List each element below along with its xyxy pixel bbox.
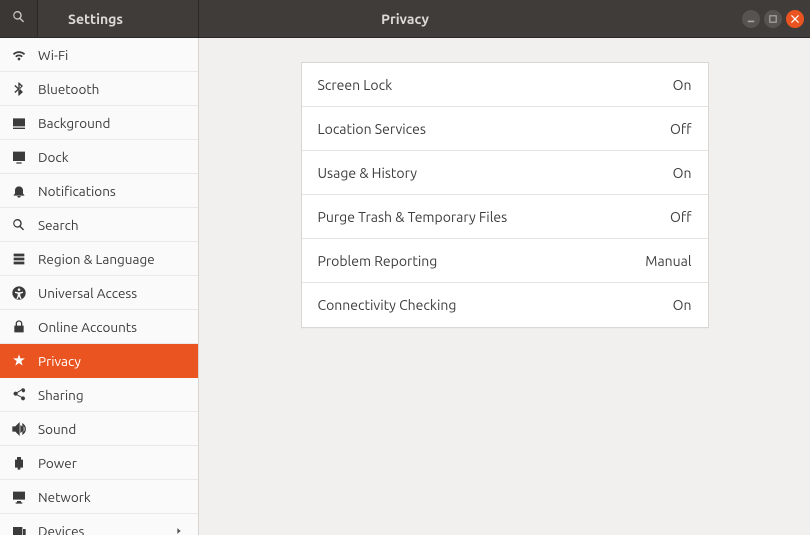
sidebar-item-label: Universal Access xyxy=(38,285,184,301)
sidebar-item-label: Sound xyxy=(38,421,184,437)
sidebar-item-label: Sharing xyxy=(38,387,184,403)
row-value: Manual xyxy=(645,253,691,269)
sidebar-item-label: Wi-Fi xyxy=(38,47,184,63)
sidebar-item-label: Network xyxy=(38,489,184,505)
panel-row-connectivity-checking[interactable]: Connectivity Checking On xyxy=(302,283,708,327)
panel-title: Privacy xyxy=(381,11,429,27)
search-icon xyxy=(10,216,28,234)
body: Wi-Fi Bluetooth Background Dock Notifica xyxy=(0,38,810,535)
row-value: On xyxy=(673,297,692,313)
row-value: Off xyxy=(670,209,692,225)
sidebar-item-network[interactable]: Network xyxy=(0,480,198,514)
bell-icon xyxy=(10,182,28,200)
chevron-right-icon xyxy=(174,523,184,535)
row-label: Screen Lock xyxy=(318,77,673,93)
sidebar-item-notifications[interactable]: Notifications xyxy=(0,174,198,208)
window-controls xyxy=(742,10,804,28)
network-icon xyxy=(10,488,28,506)
devices-icon xyxy=(10,522,28,535)
sidebar-item-label: Devices xyxy=(38,523,164,535)
panel-row-problem-reporting[interactable]: Problem Reporting Manual xyxy=(302,239,708,283)
sound-icon xyxy=(10,420,28,438)
content: Screen Lock On Location Services Off Usa… xyxy=(199,38,810,535)
privacy-panel: Screen Lock On Location Services Off Usa… xyxy=(301,62,709,328)
sidebar: Wi-Fi Bluetooth Background Dock Notifica xyxy=(0,38,199,535)
row-value: On xyxy=(673,77,692,93)
row-value: Off xyxy=(670,121,692,137)
titlebar: Settings Privacy xyxy=(0,0,810,38)
sidebar-item-universal-access[interactable]: Universal Access xyxy=(0,276,198,310)
row-label: Usage & History xyxy=(318,165,673,181)
background-icon xyxy=(10,114,28,132)
maximize-button[interactable] xyxy=(764,10,782,28)
sidebar-item-label: Region & Language xyxy=(38,251,184,267)
sidebar-item-label: Bluetooth xyxy=(38,81,184,97)
row-label: Location Services xyxy=(318,121,670,137)
online-accounts-icon xyxy=(10,318,28,336)
privacy-icon xyxy=(10,352,28,370)
sidebar-item-label: Search xyxy=(38,217,184,233)
wifi-icon xyxy=(10,46,28,64)
sidebar-item-label: Online Accounts xyxy=(38,319,184,335)
sidebar-item-privacy[interactable]: Privacy xyxy=(0,344,198,378)
sidebar-item-background[interactable]: Background xyxy=(0,106,198,140)
panel-row-usage-history[interactable]: Usage & History On xyxy=(302,151,708,195)
sidebar-item-bluetooth[interactable]: Bluetooth xyxy=(0,72,198,106)
sidebar-item-power[interactable]: Power xyxy=(0,446,198,480)
close-button[interactable] xyxy=(786,10,804,28)
sidebar-item-devices[interactable]: Devices xyxy=(0,514,198,535)
search-button[interactable] xyxy=(0,0,38,37)
sidebar-item-label: Dock xyxy=(38,149,184,165)
sidebar-item-region[interactable]: Region & Language xyxy=(0,242,198,276)
titlebar-left: Settings xyxy=(0,0,199,37)
row-label: Purge Trash & Temporary Files xyxy=(318,209,670,225)
sidebar-item-label: Notifications xyxy=(38,183,184,199)
sidebar-item-label: Power xyxy=(38,455,184,471)
share-icon xyxy=(10,386,28,404)
panel-row-location-services[interactable]: Location Services Off xyxy=(302,107,708,151)
accessibility-icon xyxy=(10,284,28,302)
row-label: Connectivity Checking xyxy=(318,297,673,313)
sidebar-item-wifi[interactable]: Wi-Fi xyxy=(0,38,198,72)
sidebar-item-sound[interactable]: Sound xyxy=(0,412,198,446)
sidebar-item-label: Privacy xyxy=(38,353,184,369)
bluetooth-icon xyxy=(10,80,28,98)
row-label: Problem Reporting xyxy=(318,253,646,269)
dock-icon xyxy=(10,148,28,166)
sidebar-item-label: Background xyxy=(38,115,184,131)
region-icon xyxy=(10,250,28,268)
sidebar-item-online-accounts[interactable]: Online Accounts xyxy=(0,310,198,344)
panel-row-screen-lock[interactable]: Screen Lock On xyxy=(302,63,708,107)
panel-row-purge-trash[interactable]: Purge Trash & Temporary Files Off xyxy=(302,195,708,239)
minimize-button[interactable] xyxy=(742,10,760,28)
row-value: On xyxy=(673,165,692,181)
sidebar-item-sharing[interactable]: Sharing xyxy=(0,378,198,412)
search-icon xyxy=(11,9,27,28)
sidebar-title: Settings xyxy=(38,11,198,27)
power-icon xyxy=(10,454,28,472)
sidebar-item-search[interactable]: Search xyxy=(0,208,198,242)
sidebar-item-dock[interactable]: Dock xyxy=(0,140,198,174)
